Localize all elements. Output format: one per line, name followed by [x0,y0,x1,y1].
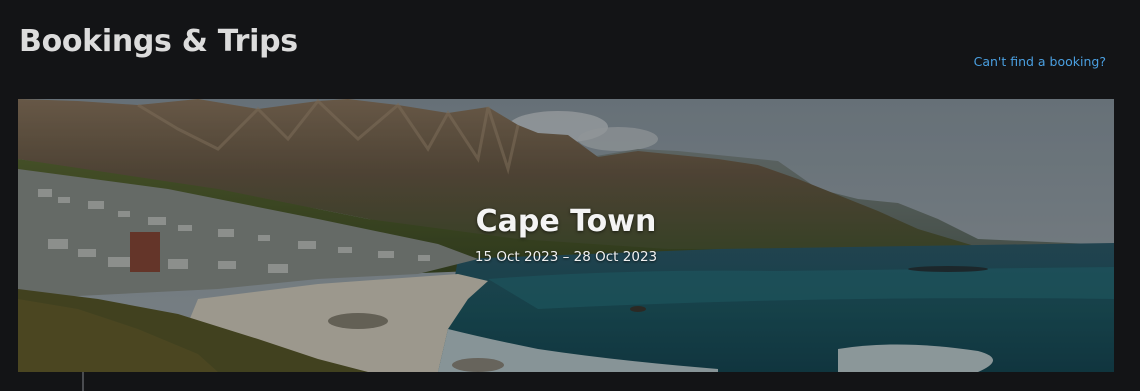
timeline-divider [82,372,84,391]
bookings-page: Bookings & Trips Can't find a booking? C… [0,0,1140,391]
cant-find-booking-link[interactable]: Can't find a booking? [974,54,1106,69]
page-title: Bookings & Trips [19,24,298,59]
trip-dates: 15 Oct 2023 – 28 Oct 2023 [474,249,658,265]
trip-destination: Cape Town [475,204,657,239]
trip-caption: Cape Town 15 Oct 2023 – 28 Oct 2023 [18,203,1114,265]
trip-card[interactable]: Cape Town 15 Oct 2023 – 28 Oct 2023 [18,99,1114,372]
